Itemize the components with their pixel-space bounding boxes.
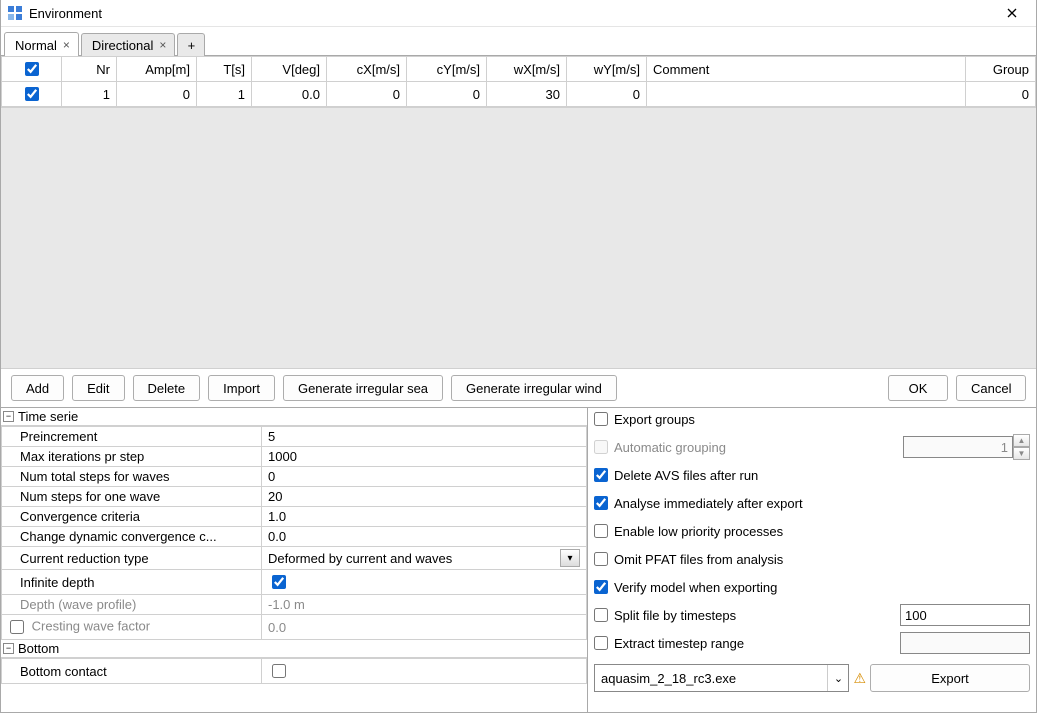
cell-group[interactable]: 0 [966, 82, 1036, 107]
prop-value-current-reduction[interactable]: Deformed by current and waves ▾ [262, 547, 587, 570]
tab-close-icon[interactable]: × [159, 39, 166, 51]
prop-value-totalsteps[interactable]: 0 [262, 467, 587, 487]
tab-label: Normal [15, 38, 57, 53]
prop-label-cresting: Cresting wave factor [2, 615, 262, 640]
prop-label: Preincrement [2, 427, 262, 447]
cell-cy[interactable]: 0 [407, 82, 487, 107]
generate-sea-button[interactable]: Generate irregular sea [283, 375, 443, 401]
prop-label: Current reduction type [2, 547, 262, 570]
cell-wx[interactable]: 30 [487, 82, 567, 107]
split-timesteps-checkbox[interactable] [594, 608, 608, 622]
bottom-contact-checkbox[interactable] [272, 664, 286, 678]
col-comment[interactable]: Comment [647, 57, 966, 82]
extract-range-checkbox[interactable] [594, 636, 608, 650]
prop-label: Num steps for one wave [2, 487, 262, 507]
export-groups-checkbox[interactable] [594, 412, 608, 426]
window-close-button[interactable] [994, 2, 1030, 24]
cell-wy[interactable]: 0 [567, 82, 647, 107]
section-time-serie[interactable]: − Time serie [1, 408, 587, 426]
prop-label: Change dynamic convergence c... [2, 527, 262, 547]
grid-empty-area [1, 107, 1036, 369]
delete-button[interactable]: Delete [133, 375, 201, 401]
prop-value-bottom-contact[interactable] [262, 659, 587, 684]
automatic-grouping-value [903, 436, 1013, 458]
generate-wind-button[interactable]: Generate irregular wind [451, 375, 617, 401]
prop-value-dynconv[interactable]: 0.0 [262, 527, 587, 547]
prop-value-preincrement[interactable]: 5 [262, 427, 587, 447]
prop-value-cresting: 0.0 [262, 615, 587, 640]
prop-label: Max iterations pr step [2, 447, 262, 467]
infinite-depth-checkbox[interactable] [272, 575, 286, 589]
col-cx[interactable]: cX[m/s] [327, 57, 407, 82]
cancel-button[interactable]: Cancel [956, 375, 1026, 401]
cell-v[interactable]: 0.0 [252, 82, 327, 107]
prop-value-maxiter[interactable]: 1000 [262, 447, 587, 467]
tab-label: Directional [92, 38, 153, 53]
prop-label: Num total steps for waves [2, 467, 262, 487]
executable-combo[interactable]: aquasim_2_18_rc3.exe ⌄ [594, 664, 849, 692]
section-bottom[interactable]: − Bottom [1, 640, 587, 658]
prop-value-depth: -1.0 m [262, 595, 587, 615]
select-all-checkbox[interactable] [25, 62, 39, 76]
low-priority-checkbox[interactable] [594, 524, 608, 538]
analyse-immediately-checkbox[interactable] [594, 496, 608, 510]
col-t[interactable]: T[s] [197, 57, 252, 82]
cresting-checkbox[interactable] [10, 620, 24, 634]
col-wy[interactable]: wY[m/s] [567, 57, 647, 82]
collapse-icon[interactable]: − [3, 411, 14, 422]
cell-t[interactable]: 1 [197, 82, 252, 107]
spin-up-icon: ▲ [1013, 434, 1030, 447]
dropdown-arrow-icon[interactable]: ▾ [560, 549, 580, 567]
grid-data-row[interactable]: 1 0 1 0.0 0 0 30 0 0 [2, 82, 1036, 107]
prop-value-onewave[interactable]: 20 [262, 487, 587, 507]
col-amp[interactable]: Amp[m] [117, 57, 197, 82]
tab-add-button[interactable]: + [177, 33, 205, 56]
prop-label: Depth (wave profile) [2, 595, 262, 615]
tab-directional[interactable]: Directional × [81, 33, 175, 56]
prop-label: Convergence criteria [2, 507, 262, 527]
prop-value-infdepth[interactable] [262, 570, 587, 595]
edit-button[interactable]: Edit [72, 375, 124, 401]
automatic-grouping-spinner: ▲▼ [903, 434, 1030, 460]
tab-close-icon[interactable]: × [63, 39, 70, 51]
add-button[interactable]: Add [11, 375, 64, 401]
prop-value-conv[interactable]: 1.0 [262, 507, 587, 527]
title-bar: Environment [1, 0, 1036, 27]
cell-comment[interactable] [647, 82, 966, 107]
collapse-icon[interactable]: − [3, 643, 14, 654]
import-button[interactable]: Import [208, 375, 275, 401]
prop-label: Bottom contact [2, 659, 262, 684]
col-cy[interactable]: cY[m/s] [407, 57, 487, 82]
col-v[interactable]: V[deg] [252, 57, 327, 82]
action-button-row: Add Edit Delete Import Generate irregula… [1, 369, 1036, 407]
cell-amp[interactable]: 0 [117, 82, 197, 107]
ok-button[interactable]: OK [888, 375, 948, 401]
row-checkbox[interactable] [25, 87, 39, 101]
omit-pfat-checkbox[interactable] [594, 552, 608, 566]
extract-range-value [900, 632, 1030, 654]
export-panel: Export groups Automatic grouping ▲▼ Dele… [588, 408, 1036, 712]
col-nr[interactable]: Nr [62, 57, 117, 82]
warning-icon: ⚠ [853, 670, 866, 687]
combo-arrow-icon[interactable]: ⌄ [827, 665, 848, 691]
window-title: Environment [29, 6, 994, 21]
col-wx[interactable]: wX[m/s] [487, 57, 567, 82]
delete-avs-checkbox[interactable] [594, 468, 608, 482]
property-panel: − Time serie Preincrement5 Max iteration… [1, 408, 588, 712]
automatic-grouping-checkbox [594, 440, 608, 454]
cell-cx[interactable]: 0 [327, 82, 407, 107]
tab-strip: Normal × Directional × + [1, 27, 1036, 56]
data-grid: Nr Amp[m] T[s] V[deg] cX[m/s] cY[m/s] wX… [1, 56, 1036, 369]
grid-header-row: Nr Amp[m] T[s] V[deg] cX[m/s] cY[m/s] wX… [2, 57, 1036, 82]
cell-nr[interactable]: 1 [62, 82, 117, 107]
verify-model-checkbox[interactable] [594, 580, 608, 594]
col-group[interactable]: Group [966, 57, 1036, 82]
app-icon [7, 5, 23, 21]
tab-normal[interactable]: Normal × [4, 32, 79, 56]
split-timesteps-value[interactable] [900, 604, 1030, 626]
spin-down-icon: ▼ [1013, 447, 1030, 460]
prop-label: Infinite depth [2, 570, 262, 595]
export-button[interactable]: Export [870, 664, 1030, 692]
